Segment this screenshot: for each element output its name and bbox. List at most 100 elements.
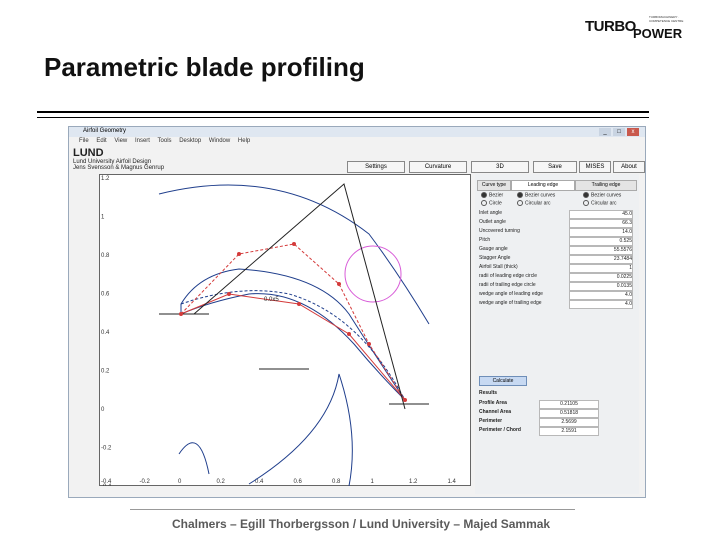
radio-le-circular[interactable]: Circular arc <box>517 200 551 206</box>
y-tick-label: 1.2 <box>101 176 110 182</box>
param-input[interactable]: 45.0 <box>569 210 633 219</box>
x-tick-label: 0.4 <box>255 479 264 485</box>
param-label: Stagger Angle <box>479 255 511 261</box>
result-row: Perimeter 2.5699 <box>479 418 609 427</box>
window-titlebar[interactable]: Airfoil Geometry _ □ x <box>69 127 645 137</box>
footer-rule <box>130 509 575 510</box>
menu-view[interactable]: View <box>114 138 127 144</box>
curvature-button[interactable]: Curvature <box>409 161 467 173</box>
param-input[interactable]: 14.0 <box>569 228 633 237</box>
param-label: Uncovered turning <box>479 228 520 234</box>
y-tick-label: 1 <box>101 215 105 221</box>
param-row: radii of leading edge circle 0.0225 <box>479 273 635 282</box>
result-label: Perimeter <box>479 418 503 424</box>
param-row: radii of trailing edge circle 0.0135 <box>479 282 635 291</box>
results-title: Results <box>479 390 498 396</box>
control-polygon-suction <box>180 243 406 401</box>
param-input[interactable]: 23.7484 <box>569 255 633 264</box>
param-row: Outlet angle 66.3 <box>479 219 635 228</box>
menu-desktop[interactable]: Desktop <box>179 138 201 144</box>
param-label: wedge angle of trailing edge <box>479 300 542 306</box>
param-label: Outlet angle <box>479 219 506 225</box>
blade-profile-main <box>180 268 406 401</box>
x-tick-label: 0.8 <box>332 479 341 485</box>
camber-line <box>180 290 406 401</box>
param-row: Inlet angle 45.0 <box>479 210 635 219</box>
x-tick-label: 0.2 <box>217 479 226 485</box>
y-tick-label: 0.6 <box>101 292 110 298</box>
param-label: Gauge angle <box>479 246 508 252</box>
menu-edit[interactable]: Edit <box>96 138 106 144</box>
param-input[interactable]: 0.525 <box>569 237 633 246</box>
y-tick-label: 0 <box>101 407 105 413</box>
mises-button[interactable]: MISES <box>579 161 611 173</box>
result-label: Profile Area <box>479 400 507 406</box>
close-button[interactable]: x <box>627 128 639 136</box>
param-input[interactable]: 4.0 <box>569 300 633 309</box>
3d-button[interactable]: 3D <box>471 161 529 173</box>
maximize-button[interactable]: □ <box>613 128 625 136</box>
result-label: Perimeter / Chord <box>479 427 521 433</box>
param-row: Airfoil Stall (thick) 1 <box>479 264 635 273</box>
tab-trailing-edge[interactable]: Trailing edge <box>575 180 637 191</box>
menu-window[interactable]: Window <box>209 138 230 144</box>
x-tick-label: 0 <box>178 479 182 485</box>
minimize-button[interactable]: _ <box>599 128 611 136</box>
param-label: radii of leading edge circle <box>479 273 538 279</box>
x-tick-label: 1.2 <box>409 479 418 485</box>
menu-bar: File Edit View Insert Tools Desktop Wind… <box>69 138 645 146</box>
result-value: 2.5699 <box>539 418 599 427</box>
tab-leading-edge[interactable]: Leading edge <box>511 180 575 191</box>
plot-annotation: 0.0x5 <box>264 297 279 303</box>
y-tick-label: 0.8 <box>101 253 110 259</box>
param-input[interactable]: 0.0225 <box>569 273 633 282</box>
title-rule <box>37 111 649 113</box>
menu-insert[interactable]: Insert <box>135 138 150 144</box>
neighbour-blade-right <box>248 373 353 486</box>
menu-help[interactable]: Help <box>238 138 250 144</box>
y-tick-label: 0.2 <box>101 369 110 375</box>
menu-tools[interactable]: Tools <box>158 138 172 144</box>
save-button[interactable]: Save <box>533 161 577 173</box>
radio-te-bezier[interactable]: Bezier curves <box>583 192 621 198</box>
lund-logo-text: LUND <box>73 147 104 159</box>
param-input[interactable]: 1 <box>569 264 633 273</box>
radio-curve-bezier[interactable]: Bezier <box>481 192 503 198</box>
app-header: LUND Lund University Airfoil Design Jens… <box>73 147 165 171</box>
throat-circle <box>344 245 402 303</box>
param-row: Stagger Angle 23.7484 <box>479 255 635 264</box>
menu-file[interactable]: File <box>79 138 89 144</box>
control-points[interactable] <box>179 242 407 402</box>
y-tick-label: -0.2 <box>101 446 112 452</box>
param-input[interactable]: 4.0 <box>569 291 633 300</box>
neighbour-blade-lower <box>178 442 210 475</box>
about-button[interactable]: About <box>613 161 645 173</box>
turbopower-logo: TURBO POWER TURBOMACHINERY · COMPETENCE … <box>585 15 684 41</box>
tab-curve-type[interactable]: Curve type <box>477 180 511 191</box>
x-tick-label: 1 <box>371 479 375 485</box>
settings-button[interactable]: Settings <box>347 161 405 173</box>
x-tick-label: 0.6 <box>294 479 303 485</box>
x-tick-label: -0.2 <box>140 479 151 485</box>
param-input[interactable]: 66.3 <box>569 219 633 228</box>
radio-te-circular[interactable]: Circular arc <box>583 200 617 206</box>
radio-curve-circle[interactable]: Circle <box>481 200 502 206</box>
param-row: Uncovered turning 14.0 <box>479 228 635 237</box>
profile-plot[interactable]: 1.210.80.60.40.20-0.2-0.4 -0.4-0.200.20.… <box>99 174 471 486</box>
param-row: wedge angle of leading edge 4.0 <box>479 291 635 300</box>
param-input[interactable]: 0.0135 <box>569 282 633 291</box>
slide-footer: Chalmers – Egill Thorbergsson / Lund Uni… <box>172 517 551 531</box>
calculate-button[interactable]: Calculate <box>479 376 527 386</box>
result-row: Profile Area 0.21105 <box>479 400 609 409</box>
radio-le-bezier[interactable]: Bezier curves <box>517 192 555 198</box>
param-row: wedge angle of trailing edge 4.0 <box>479 300 635 309</box>
result-row: Perimeter / Chord 2.1591 <box>479 427 609 436</box>
chord-triangle <box>193 183 406 410</box>
result-value: 0.21105 <box>539 400 599 409</box>
param-row: Pitch 0.525 <box>479 237 635 246</box>
param-label: wedge angle of leading edge <box>479 291 543 297</box>
param-input[interactable]: 55.5576 <box>569 246 633 255</box>
result-value: 2.1591 <box>539 427 599 436</box>
x-tick-label: 1.4 <box>448 479 457 485</box>
title-rule-thin <box>37 117 649 118</box>
